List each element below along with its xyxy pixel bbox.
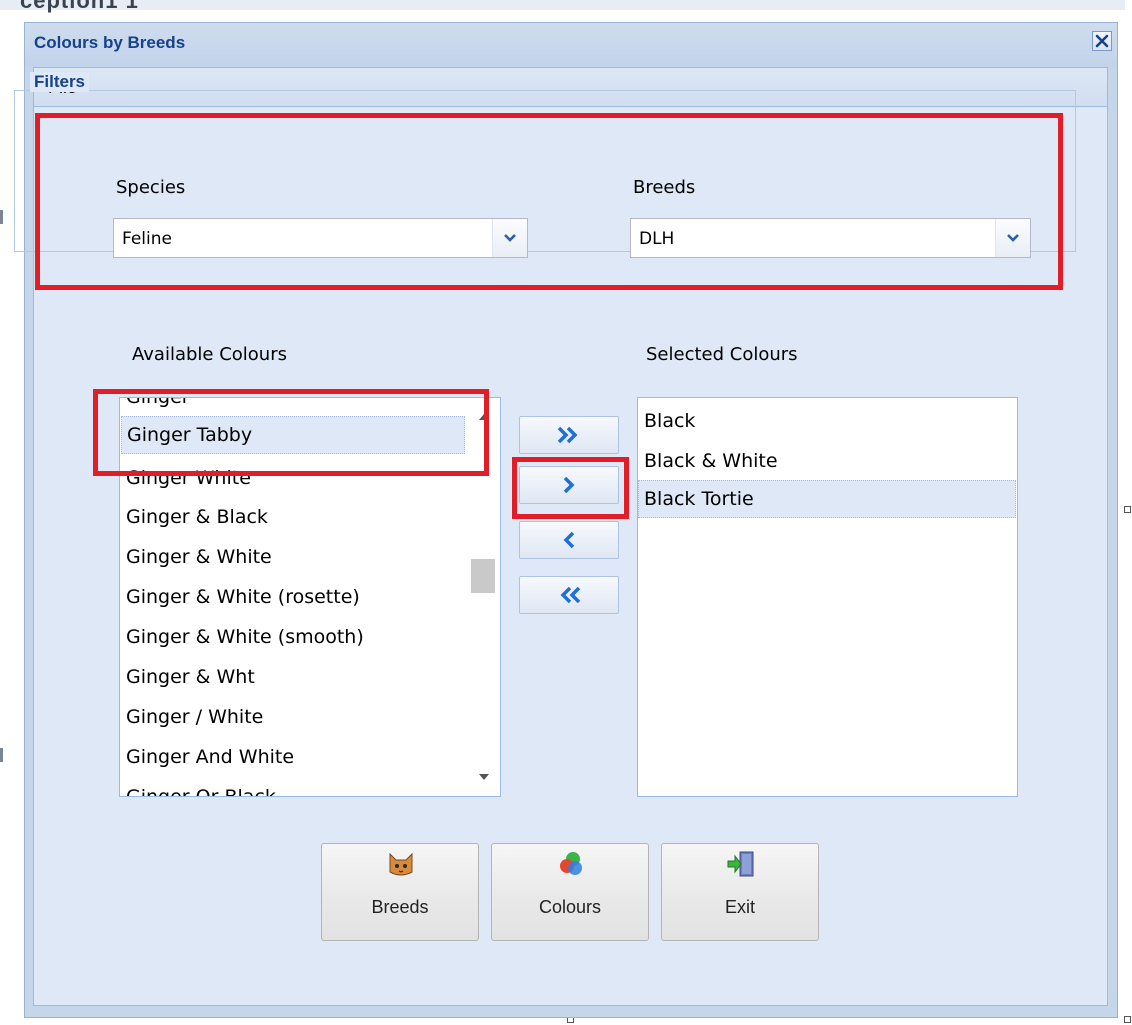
double-chevron-right-icon [557, 426, 578, 444]
list-item[interactable]: Black & White [639, 442, 1016, 480]
list-item[interactable]: Ginger & Black [121, 498, 470, 536]
colour-palette-icon [560, 852, 582, 875]
colours-button-label: Colours [538, 897, 602, 917]
list-item[interactable]: Ginger Or Black [121, 778, 470, 796]
exit-door-icon [727, 851, 754, 877]
remove-all-button[interactable] [519, 576, 619, 614]
cat-icon [389, 852, 413, 876]
chevron-left-icon [563, 531, 575, 549]
remove-selected-button[interactable] [519, 521, 619, 559]
list-item[interactable]: Ginger & Wht [121, 658, 470, 696]
exit-button[interactable]: Exit [661, 843, 819, 941]
window-title: Colours by Breeds [34, 33, 186, 52]
list-item[interactable]: Ginger And White [121, 738, 470, 776]
list-item[interactable]: Ginger & White [121, 538, 470, 576]
resize-handle[interactable] [1124, 1016, 1131, 1023]
close-icon [1095, 34, 1109, 48]
close-button[interactable] [1092, 31, 1112, 51]
list-item-selected[interactable]: Black Tortie [638, 480, 1016, 518]
filters-legend: Filters [30, 72, 90, 92]
background-mark [0, 210, 3, 224]
resize-handle[interactable] [1124, 506, 1131, 513]
background-caption: ception1 1 [20, 0, 139, 13]
background-mark [0, 748, 3, 762]
window-titlebar[interactable]: Colours by Breeds [25, 23, 1117, 67]
highlight-box-filters [35, 113, 1063, 290]
scroll-thumb[interactable] [471, 559, 495, 593]
double-chevron-left-icon [560, 586, 581, 604]
list-item[interactable]: Black [639, 402, 1016, 440]
available-colours-label: Available Colours [132, 344, 287, 365]
breeds-button[interactable]: Breeds [321, 843, 479, 941]
background-app-strip [0, 0, 1125, 10]
list-item[interactable]: Ginger & White (smooth) [121, 618, 470, 656]
exit-button-label: Exit [724, 897, 755, 917]
colours-button[interactable]: Colours [491, 843, 649, 941]
scroll-down-arrow-icon[interactable] [478, 773, 490, 781]
selected-colours-list[interactable]: Black Black & White Black Tortie [637, 397, 1018, 797]
selected-colours-label: Selected Colours [646, 344, 798, 365]
breeds-button-label: Breeds [371, 897, 429, 917]
highlight-box-available-item [93, 389, 489, 476]
highlight-box-add-button [512, 457, 629, 519]
add-all-button[interactable] [519, 416, 619, 454]
list-item[interactable]: Ginger / White [121, 698, 470, 736]
list-item[interactable]: Ginger & White (rosette) [121, 578, 470, 616]
